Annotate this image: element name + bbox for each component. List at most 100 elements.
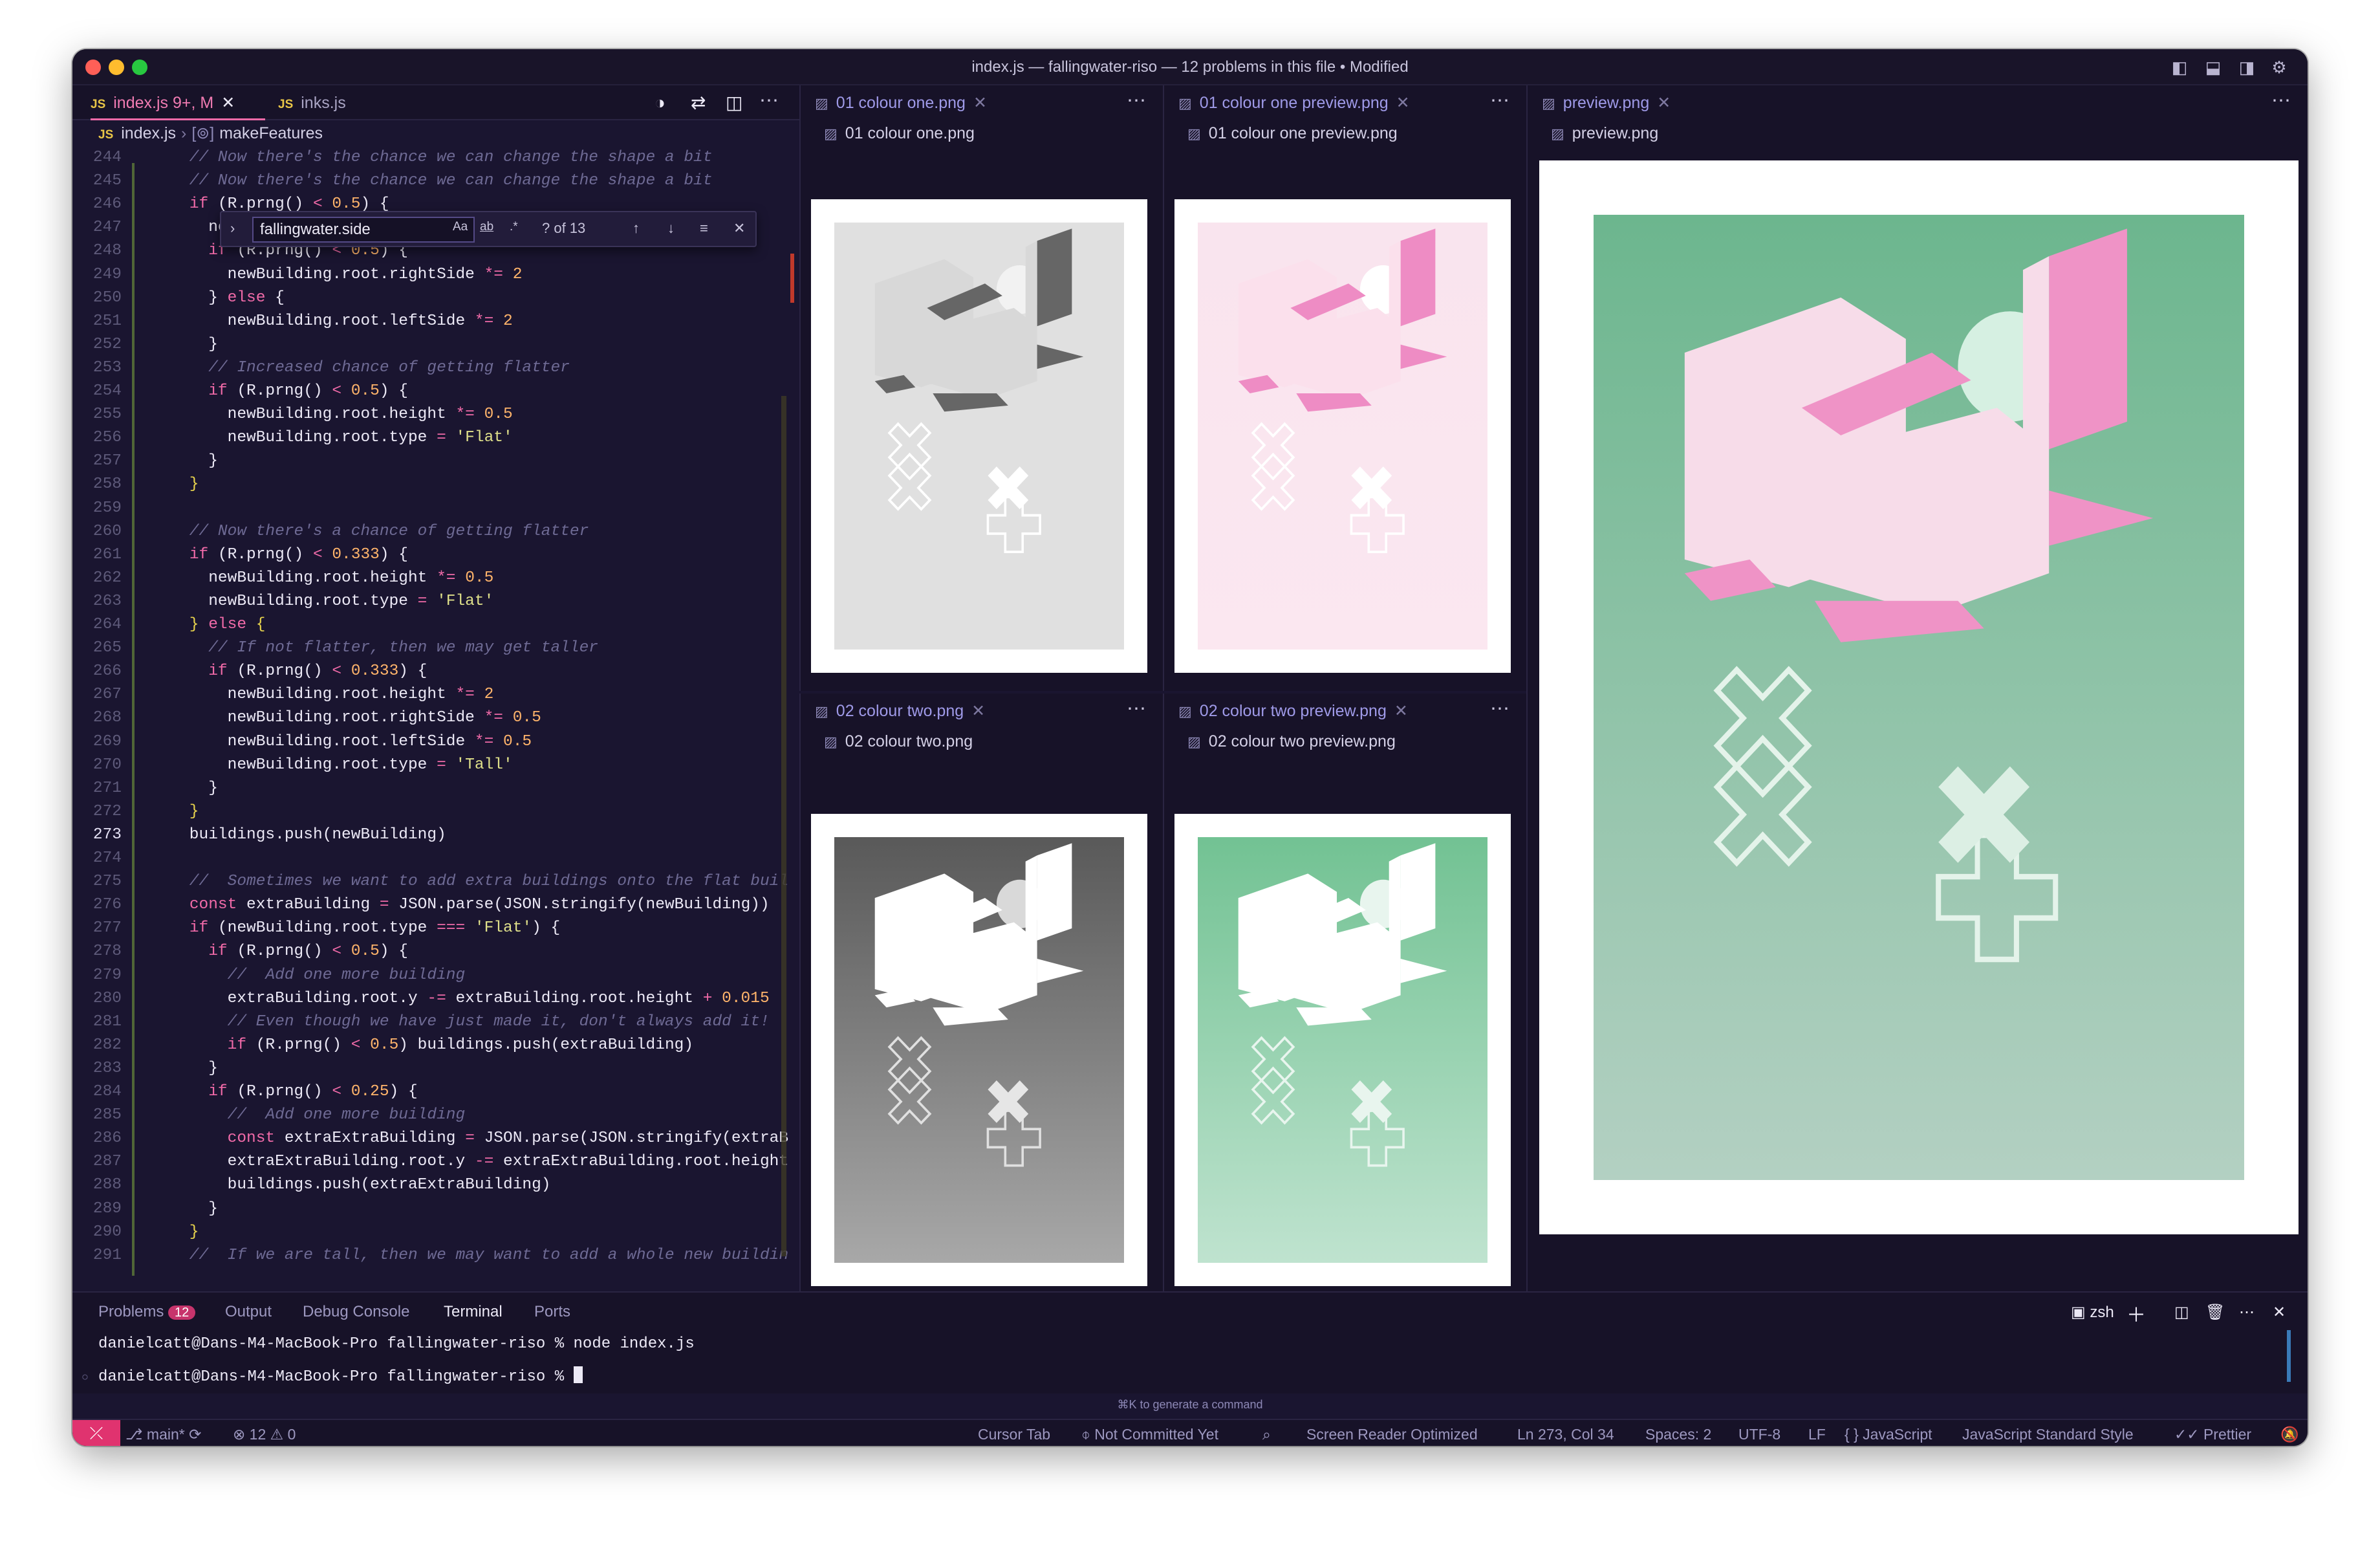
more-icon[interactable]: ⋯ [2271, 85, 2291, 120]
code-line[interactable]: 250 } else { [72, 287, 797, 310]
settings-icon[interactable]: ⚙ [2270, 58, 2288, 76]
toggle-primary-sidebar-icon[interactable]: ◧ [2170, 58, 2189, 76]
cursor-position[interactable]: Ln 273, Col 34 [1517, 1426, 1614, 1443]
code-line[interactable]: 263 newBuilding.root.type = 'Flat' [72, 590, 797, 613]
find-in-selection-icon[interactable]: ≡ [700, 220, 708, 237]
more-icon[interactable]: ⋯ [2239, 1303, 2255, 1322]
timeline-icon[interactable]: ◑ [654, 85, 665, 120]
code-line[interactable]: 272 } [72, 800, 797, 824]
terminal-prompt[interactable]: danielcatt@Dans-M4-MacBook-Pro fallingwa… [98, 1366, 583, 1386]
remote-indicator[interactable]: ⤫ [72, 1420, 120, 1446]
code-line[interactable]: 273 buildings.push(newBuilding) [72, 824, 797, 847]
indentation-status[interactable]: Spaces: 2 [1645, 1426, 1711, 1443]
image-canvas[interactable] [1174, 199, 1511, 673]
tab-inks-js[interactable]: JS inks.js [278, 85, 346, 120]
image-canvas[interactable] [811, 199, 1147, 673]
match-word-toggle[interactable]: ab [480, 220, 493, 234]
code-line[interactable]: 279 // Add one more building [72, 964, 797, 987]
plus-icon[interactable]: ＋ [2126, 1299, 2146, 1328]
code-line[interactable]: 244 // Now there's the chance we can cha… [72, 146, 797, 169]
code-line[interactable]: 275 // Sometimes we want to add extra bu… [72, 870, 797, 893]
split-terminal-icon[interactable]: ◫ [2174, 1303, 2189, 1322]
image-canvas[interactable] [1539, 160, 2299, 1234]
more-icon[interactable]: ⋯ [1127, 85, 1146, 120]
code-line[interactable]: 269 newBuilding.root.leftSide *= 0.5 [72, 730, 797, 754]
code-line[interactable]: 289 } [72, 1197, 797, 1221]
code-line[interactable]: 260 // Now there's a chance of getting f… [72, 520, 797, 543]
tab-image[interactable]: ▨ 01 colour one.png ✕ [815, 85, 987, 120]
tab-image[interactable]: ▨ 02 colour two.png ✕ [815, 694, 985, 728]
code-line[interactable]: 284 if (R.prng() < 0.25) { [72, 1080, 797, 1104]
breadcrumb-file[interactable]: preview.png [1572, 124, 1658, 142]
close-icon[interactable]: ✕ [1394, 702, 1408, 720]
split-editor-icon[interactable]: ◫ [726, 85, 742, 120]
code-line[interactable]: 283 } [72, 1057, 797, 1080]
code-line[interactable]: 264 } else { [72, 613, 797, 637]
commit-status[interactable]: ⌽ Not Committed Yet [1081, 1426, 1218, 1443]
code-line[interactable]: 277 if (newBuilding.root.type === 'Flat'… [72, 917, 797, 940]
language-status[interactable]: { } JavaScript [1844, 1426, 1932, 1443]
toggle-secondary-sidebar-icon[interactable]: ◨ [2238, 58, 2256, 76]
trash-icon[interactable]: 🗑 [2205, 1303, 2225, 1322]
code-line[interactable]: 290 } [72, 1221, 797, 1244]
branch-indicator[interactable]: ⎇ main* ⟳ [125, 1426, 201, 1443]
breadcrumb-file[interactable]: 01 colour one preview.png [1209, 124, 1398, 142]
code-line[interactable]: 255 newBuilding.root.height *= 0.5 [72, 403, 797, 426]
tab-ports[interactable]: Ports [534, 1303, 570, 1321]
code-line[interactable]: 287 extraExtraBuilding.root.y -= extraEx… [72, 1150, 797, 1174]
breadcrumb-symbol[interactable]: makeFeatures [219, 124, 323, 142]
code-line[interactable]: 282 if (R.prng() < 0.5) buildings.push(e… [72, 1034, 797, 1057]
regex-toggle[interactable]: .* [510, 220, 518, 234]
code-line[interactable]: 252 } [72, 333, 797, 356]
image-canvas[interactable] [1174, 814, 1511, 1286]
close-icon[interactable]: ✕ [221, 94, 235, 112]
tab-image[interactable]: ▨ 02 colour two preview.png ✕ [1178, 694, 1408, 728]
linter-status[interactable]: JavaScript Standard Style [1962, 1426, 2134, 1443]
code-line[interactable]: 270 newBuilding.root.type = 'Tall' [72, 754, 797, 777]
prettier-status[interactable]: ✓✓ Prettier [2174, 1426, 2251, 1443]
match-case-toggle[interactable]: Aa [453, 220, 468, 234]
code-line[interactable]: 281 // Even though we have just made it,… [72, 1011, 797, 1034]
code-line[interactable]: 276 const extraBuilding = JSON.parse(JSO… [72, 893, 797, 917]
code-line[interactable]: 278 if (R.prng() < 0.5) { [72, 940, 797, 963]
tab-image[interactable]: ▨ preview.png ✕ [1542, 85, 1671, 120]
more-icon[interactable]: ⋯ [1490, 694, 1509, 728]
code-line[interactable]: 258 } [72, 473, 797, 496]
close-icon[interactable]: ✕ [733, 220, 745, 237]
more-icon[interactable]: ⋯ [1490, 85, 1509, 120]
tab-problems[interactable]: Problems 12 [98, 1303, 196, 1321]
more-icon[interactable]: ⋯ [1127, 694, 1146, 728]
scrollbar-track[interactable] [781, 396, 786, 1256]
code-line[interactable]: 262 newBuilding.root.height *= 0.5 [72, 567, 797, 590]
code-line[interactable]: 291 // If we are tall, then we may want … [72, 1244, 797, 1264]
code-line[interactable]: 261 if (R.prng() < 0.333) { [72, 543, 797, 567]
code-line[interactable]: 274 [72, 847, 797, 870]
code-area[interactable]: 244 // Now there's the chance we can cha… [72, 146, 797, 1264]
more-icon[interactable]: ⋯ [759, 85, 779, 120]
code-line[interactable]: 280 extraBuilding.root.y -= extraBuildin… [72, 987, 797, 1011]
code-line[interactable]: 286 const extraExtraBuilding = JSON.pars… [72, 1127, 797, 1150]
problems-indicator[interactable]: ⊗ 12 ⚠ 0 [233, 1426, 296, 1443]
eol-status[interactable]: LF [1808, 1426, 1826, 1443]
search-icon[interactable]: ⌕ [1262, 1426, 1271, 1443]
code-line[interactable]: 245 // Now there's the chance we can cha… [72, 169, 797, 193]
tab-terminal[interactable]: Terminal [444, 1303, 503, 1321]
toggle-panel-icon[interactable]: ⬓ [2204, 58, 2222, 76]
source-control-compare-icon[interactable]: ⇄ [691, 85, 706, 120]
code-line[interactable]: 266 if (R.prng() < 0.333) { [72, 660, 797, 683]
close-icon[interactable]: ✕ [971, 702, 985, 720]
encoding-status[interactable]: UTF-8 [1738, 1426, 1780, 1443]
code-line[interactable]: 288 buildings.push(extraExtraBuilding) [72, 1174, 797, 1197]
code-line[interactable]: 259 [72, 497, 797, 520]
tab-index-js[interactable]: JS index.js 9+, M ✕ [91, 85, 265, 120]
arrow-up-icon[interactable]: ↑ [633, 220, 640, 237]
code-line[interactable]: 267 newBuilding.root.height *= 2 [72, 683, 797, 706]
breadcrumb-file[interactable]: 02 colour two preview.png [1209, 732, 1396, 750]
close-icon[interactable]: ✕ [1657, 94, 1671, 112]
code-line[interactable]: 251 newBuilding.root.leftSide *= 2 [72, 310, 797, 333]
close-icon[interactable]: ✕ [973, 94, 987, 112]
code-line[interactable]: 268 newBuilding.root.rightSide *= 0.5 [72, 706, 797, 730]
screen-reader-status[interactable]: Screen Reader Optimized [1306, 1426, 1478, 1443]
breadcrumb-file[interactable]: 02 colour two.png [845, 732, 973, 750]
tab-debug-console[interactable]: Debug Console [303, 1303, 409, 1321]
